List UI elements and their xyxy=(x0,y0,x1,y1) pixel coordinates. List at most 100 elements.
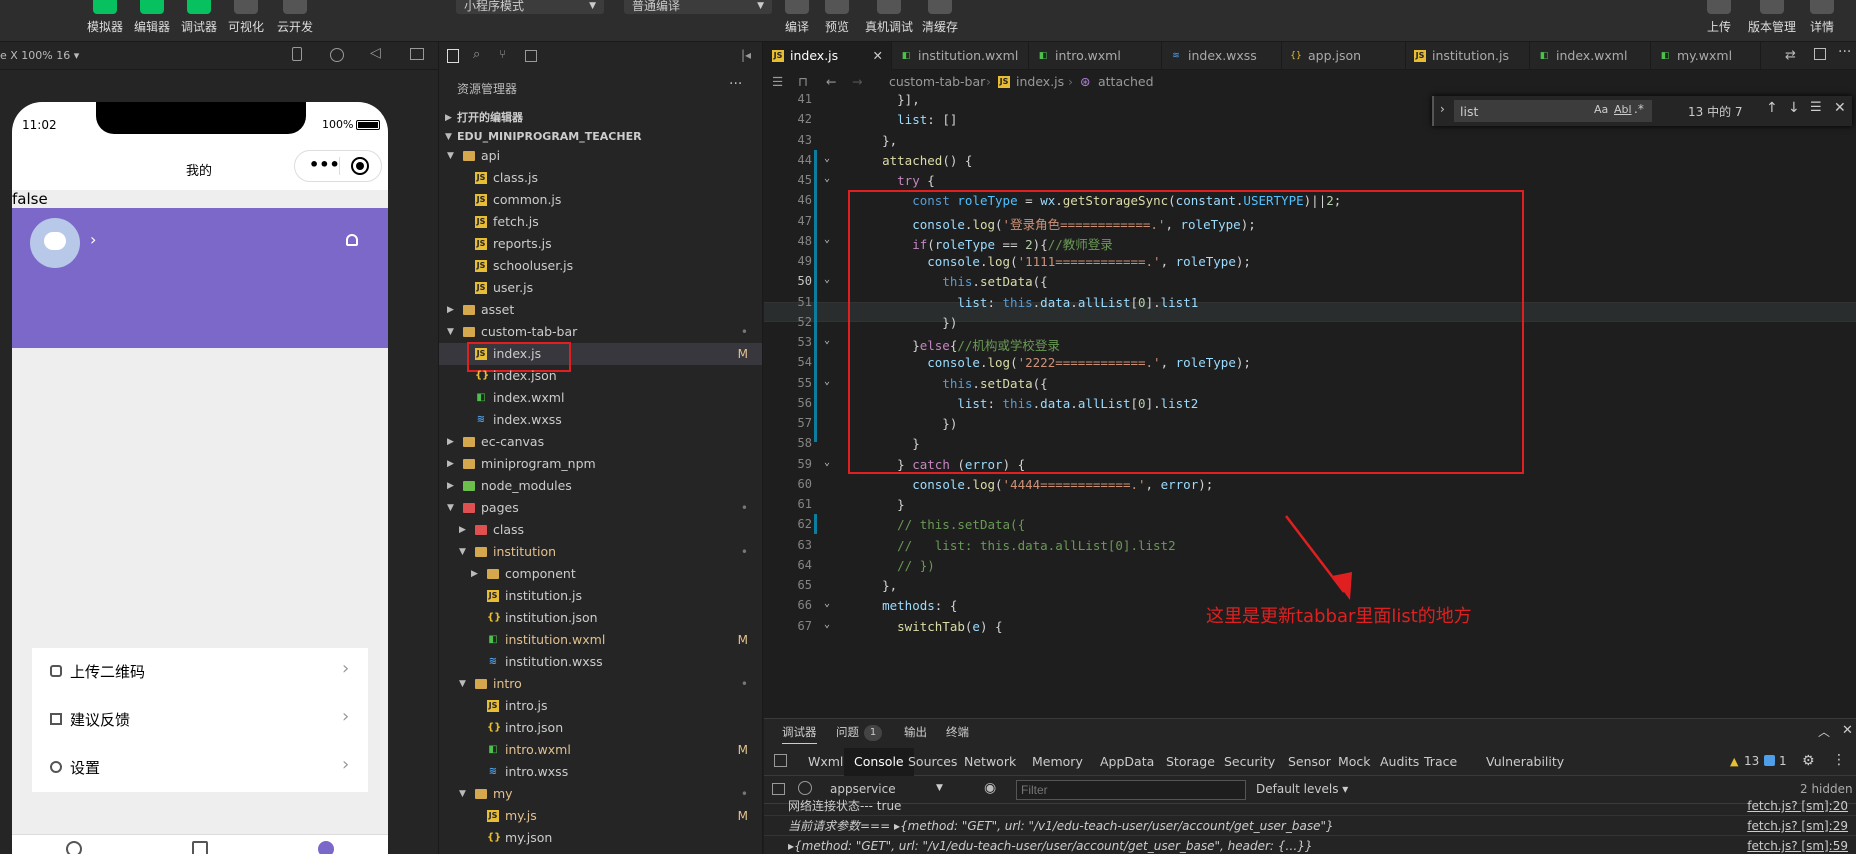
tree-file[interactable]: JS schooluser.js xyxy=(439,255,762,277)
eye-icon[interactable]: ◉ xyxy=(984,780,996,796)
cloud-button[interactable]: 云开发 xyxy=(273,0,317,35)
mode-select[interactable]: 小程序模式 ▼ xyxy=(456,0,604,14)
layout-icon[interactable] xyxy=(1814,48,1826,60)
devtools-tab-storage[interactable]: Storage xyxy=(1166,748,1215,776)
close-icon[interactable]: ✕ xyxy=(1842,723,1853,738)
devtools-tab-trace[interactable]: Trace xyxy=(1424,748,1457,776)
details-button[interactable]: 详情 xyxy=(1800,0,1844,35)
tree-file[interactable]: ◧ intro.wxml M xyxy=(439,739,762,761)
arrow-down-icon[interactable]: ↓ xyxy=(1788,100,1800,116)
tree-file[interactable]: JS institution.js xyxy=(439,585,762,607)
tab-output[interactable]: 输出 xyxy=(904,720,927,748)
more-icon[interactable]: ··· xyxy=(1838,44,1851,60)
list-icon[interactable]: ☰ xyxy=(772,70,783,94)
tab-index-wxss[interactable]: ≋ index.wxss xyxy=(1162,42,1282,70)
menu-item-upload-qr[interactable]: 上传二维码 › xyxy=(32,648,368,696)
files-icon[interactable] xyxy=(447,49,459,63)
tab-intro-wxml[interactable]: ◧ intro.wxml xyxy=(1029,42,1162,70)
tree-file[interactable]: ≋ intro.wxss xyxy=(439,761,762,783)
tree-file[interactable]: ◧ institution.wxml M xyxy=(439,629,762,651)
menu-item-feedback[interactable]: 建议反馈 › xyxy=(32,696,368,744)
close-icon[interactable] xyxy=(351,157,369,175)
remote-debug-button[interactable]: 真机调试 xyxy=(862,0,916,35)
chevron-right-icon[interactable]: › xyxy=(90,230,96,249)
source-link[interactable]: fetch.js? [sm]:20 xyxy=(1747,796,1848,816)
editor-button[interactable]: 编辑器 xyxy=(130,0,174,35)
user-icon[interactable] xyxy=(318,841,334,854)
tree-folder[interactable]: ▶ ec-canvas xyxy=(439,431,762,453)
tree-file[interactable]: {} institution.json xyxy=(439,607,762,629)
devtools-tab-wxml[interactable]: Wxml xyxy=(808,748,843,776)
regex-icon[interactable]: .* xyxy=(1634,102,1644,116)
popout-icon[interactable] xyxy=(410,48,424,60)
upload-button[interactable]: 上传 xyxy=(1697,0,1741,35)
tree-file[interactable]: ≋ index.wxss xyxy=(439,409,762,431)
fold-icon[interactable]: ⌄ xyxy=(824,457,830,468)
tree-folder[interactable]: ▶ node_modules xyxy=(439,475,762,497)
debugger-button[interactable]: 调试器 xyxy=(177,0,221,35)
tree-file[interactable]: JS reports.js xyxy=(439,233,762,255)
tree-folder[interactable]: ▼ custom-tab-bar • xyxy=(439,321,762,343)
tree-file[interactable]: JS index.js M xyxy=(439,342,762,372)
tree-file[interactable]: JS user.js xyxy=(439,277,762,299)
clear-console-icon[interactable] xyxy=(798,781,812,795)
tab-app-json[interactable]: {} app.json xyxy=(1282,42,1406,70)
console-row[interactable]: ▸{method: "GET", url: "/v1/edu-teach-use… xyxy=(764,836,1856,854)
tree-file[interactable]: JS fetch.js xyxy=(439,211,762,233)
match-case-icon[interactable]: Aa xyxy=(1594,103,1608,116)
phone-icon[interactable] xyxy=(292,47,302,61)
tree-file[interactable]: JS common.js xyxy=(439,189,762,211)
arrow-up-icon[interactable]: ↑ xyxy=(1766,100,1778,116)
warning-count[interactable]: 13 xyxy=(1744,754,1759,768)
tree-file[interactable]: {} my.json xyxy=(439,827,762,849)
tree-file[interactable]: JS intro.js xyxy=(439,695,762,717)
home-icon[interactable] xyxy=(66,841,82,854)
menu-item-settings[interactable]: 设置 › xyxy=(32,744,368,792)
tab-institution-js[interactable]: JS institution.js xyxy=(1406,42,1530,70)
more-icon[interactable]: ⋮ xyxy=(1832,752,1846,768)
calendar-icon[interactable] xyxy=(192,841,208,854)
split-icon[interactable]: ⇄ xyxy=(1785,48,1796,63)
tree-file[interactable]: {} intro.json xyxy=(439,717,762,739)
fold-icon[interactable]: ⌄ xyxy=(824,619,830,630)
sidebar-icon[interactable] xyxy=(772,783,785,795)
find-input[interactable]: list Aa Abl .* xyxy=(1454,100,1652,122)
devtools-tab-sensor[interactable]: Sensor xyxy=(1288,748,1331,776)
record-icon[interactable] xyxy=(330,48,344,62)
device-select[interactable]: e X 100% 16 ▾ xyxy=(0,49,79,62)
version-button[interactable]: 版本管理 xyxy=(1744,0,1800,35)
breadcrumb-folder[interactable]: custom-tab-bar xyxy=(889,70,985,94)
chevron-right-icon[interactable]: › xyxy=(1440,102,1445,116)
tab-index-wxml[interactable]: ◧ index.wxml xyxy=(1530,42,1651,70)
devtools-tab-sources[interactable]: Sources xyxy=(908,748,957,776)
devtools-tab-vulnerability[interactable]: Vulnerability xyxy=(1486,748,1564,776)
console-row[interactable]: 网络连接状态--- true fetch.js? [sm]:20 xyxy=(764,796,1856,816)
devtools-tab-console[interactable]: Console xyxy=(844,748,914,776)
gear-icon[interactable]: ⚙ xyxy=(1802,753,1815,769)
tree-file[interactable]: ◧ index.wxml xyxy=(439,387,762,409)
fold-icon[interactable]: ⌄ xyxy=(824,598,830,609)
avatar[interactable] xyxy=(30,218,80,268)
capsule-menu[interactable]: ••• xyxy=(294,150,382,182)
tab-problems[interactable]: 问题 xyxy=(836,720,859,748)
compile-select[interactable]: 普通编译 ▼ xyxy=(624,0,772,14)
code-editor[interactable]: 41 }], 42 list: [] 43 }, 44 attached() {45 … xyxy=(764,94,1856,718)
tab-terminal[interactable]: 终端 xyxy=(946,720,969,748)
match-word-icon[interactable]: Abl xyxy=(1614,103,1632,116)
devtools-tab-network[interactable]: Network xyxy=(964,748,1016,776)
console-row[interactable]: 当前请求参数=== ▸{method: "GET", url: "/v1/edu… xyxy=(764,816,1856,836)
compile-button[interactable]: 编译 xyxy=(775,0,819,35)
info-count[interactable]: 1 xyxy=(1779,754,1787,768)
bell-icon[interactable] xyxy=(346,234,358,246)
simulator-button[interactable]: 模拟器 xyxy=(83,0,127,35)
fold-icon[interactable]: ⌄ xyxy=(824,234,830,245)
devtools-tab-memory[interactable]: Memory xyxy=(1032,748,1083,776)
devtools-tab-mock[interactable]: Mock xyxy=(1338,748,1371,776)
fold-icon[interactable]: ⌄ xyxy=(824,274,830,285)
tree-folder[interactable]: ▼ institution • xyxy=(439,541,762,563)
devtools-tab-appdata[interactable]: AppData xyxy=(1100,748,1154,776)
back-icon[interactable]: ← xyxy=(826,70,836,94)
preview-button[interactable]: 预览 xyxy=(815,0,859,35)
close-icon[interactable]: ✕ xyxy=(1834,100,1846,116)
forward-icon[interactable]: → xyxy=(852,70,862,94)
